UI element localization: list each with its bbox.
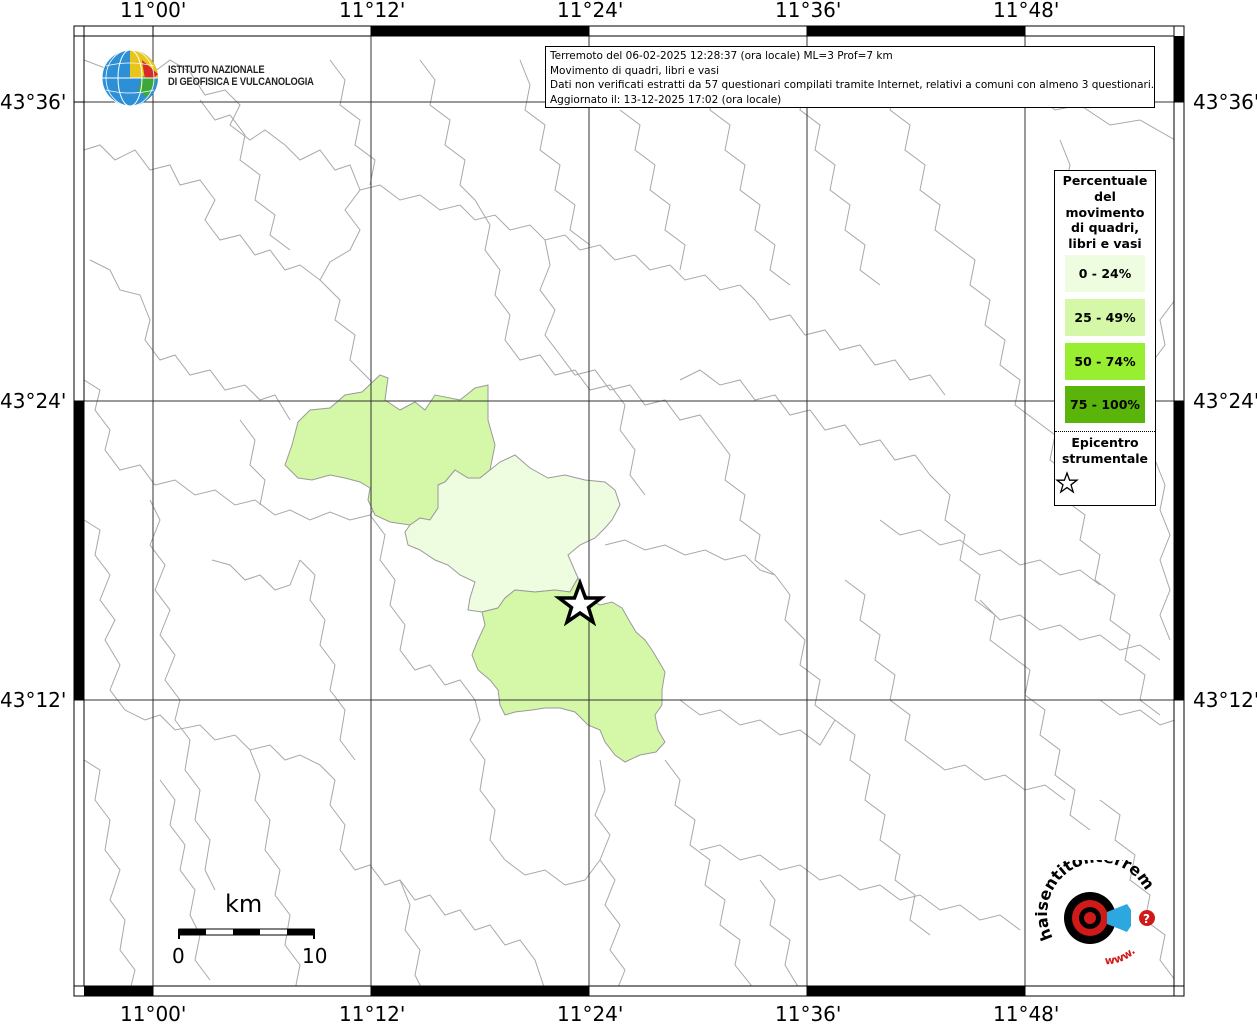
- scale-end-label: 10: [302, 944, 328, 968]
- lon-label-top-5: 11°48': [993, 0, 1060, 22]
- event-title: Terremoto del 06-02-2025 12:28:37 (ora l…: [550, 50, 893, 62]
- event-info-box: Terremoto del 06-02-2025 12:28:37 (ora l…: [545, 46, 1155, 108]
- legend-title-line: di quadri,: [1070, 220, 1139, 236]
- lat-label-right-3: 43°12': [1193, 688, 1257, 712]
- legend-title-line: del: [1094, 188, 1116, 204]
- legend-item-75-100: 75 - 100%: [1065, 386, 1145, 423]
- lat-label-left-2: 43°24': [0, 389, 67, 413]
- lat-label-right-2: 43°24': [1193, 389, 1257, 413]
- lon-label-bottom-1: 11°00': [120, 1002, 187, 1026]
- ingv-logo-text: ISTITUTO NAZIONALE DI GEOFISICA E VULCAN…: [168, 64, 314, 88]
- legend-title-line: movimento: [1065, 204, 1145, 220]
- lon-label-bottom-3: 11°24': [557, 1002, 624, 1026]
- lon-label-bottom-5: 11°48': [993, 1002, 1060, 1026]
- hst-logo: haisentitoilterremoto.it ? www.: [1035, 860, 1165, 970]
- ingv-line-2: DI GEOFISICA E VULCANOLOGIA: [168, 76, 314, 88]
- legend-epicenter-line: Epicentro: [1071, 435, 1139, 450]
- lat-label-left-1: 43°36': [0, 90, 67, 114]
- hst-www: www.: [1104, 945, 1138, 968]
- lat-label-right-1: 43°36': [1193, 90, 1257, 114]
- legend-item-50-74: 50 - 74%: [1065, 343, 1145, 380]
- lon-label-top-1: 11°00': [120, 0, 187, 22]
- ingv-line-1: ISTITUTO NAZIONALE: [168, 64, 265, 76]
- scale-unit-label: km: [225, 890, 263, 918]
- lon-label-top-4: 11°36': [775, 0, 842, 22]
- lon-label-bottom-2: 11°12': [339, 1002, 406, 1026]
- lon-label-top-2: 11°12': [339, 0, 406, 22]
- legend-title-line: libri e vasi: [1068, 236, 1142, 252]
- legend-item-25-49: 25 - 49%: [1065, 299, 1145, 336]
- legend-title-line: Percentuale: [1062, 173, 1148, 188]
- graticule: [74, 26, 1184, 996]
- ingv-logo: ISTITUTO NAZIONALE DI GEOFISICA E VULCAN…: [98, 46, 328, 110]
- lon-label-bottom-4: 11°36': [775, 1002, 842, 1026]
- svg-text:?: ?: [1143, 912, 1150, 926]
- legend-title: Percentuale del movimento di quadri, lib…: [1055, 171, 1155, 252]
- event-updated: Aggiornato il: 13-12-2025 17:02 (ora loc…: [550, 93, 782, 106]
- hst-target-icon: haisentitoilterremoto.it ? www.: [1035, 860, 1158, 968]
- legend-epicenter-label: Epicentro strumentale: [1055, 435, 1155, 467]
- globe-icon: [101, 49, 158, 107]
- lat-label-left-3: 43°12': [0, 688, 67, 712]
- legend-separator: [1055, 431, 1155, 432]
- lon-label-top-3: 11°24': [557, 0, 624, 22]
- event-subject: Movimento di quadri, libri e vasi: [550, 64, 719, 77]
- legend: Percentuale del movimento di quadri, lib…: [1054, 170, 1156, 506]
- legend-item-0-24: 0 - 24%: [1065, 255, 1145, 292]
- legend-epicenter-line: strumentale: [1061, 451, 1149, 466]
- event-data-note: Dati non verificati estratti da 57 quest…: [550, 79, 1155, 92]
- scale-start-label: 0: [172, 944, 185, 968]
- map-frame: [73, 25, 1185, 997]
- affected-municipalities: [284, 374, 666, 763]
- municipal-borders: [83, 59, 1176, 996]
